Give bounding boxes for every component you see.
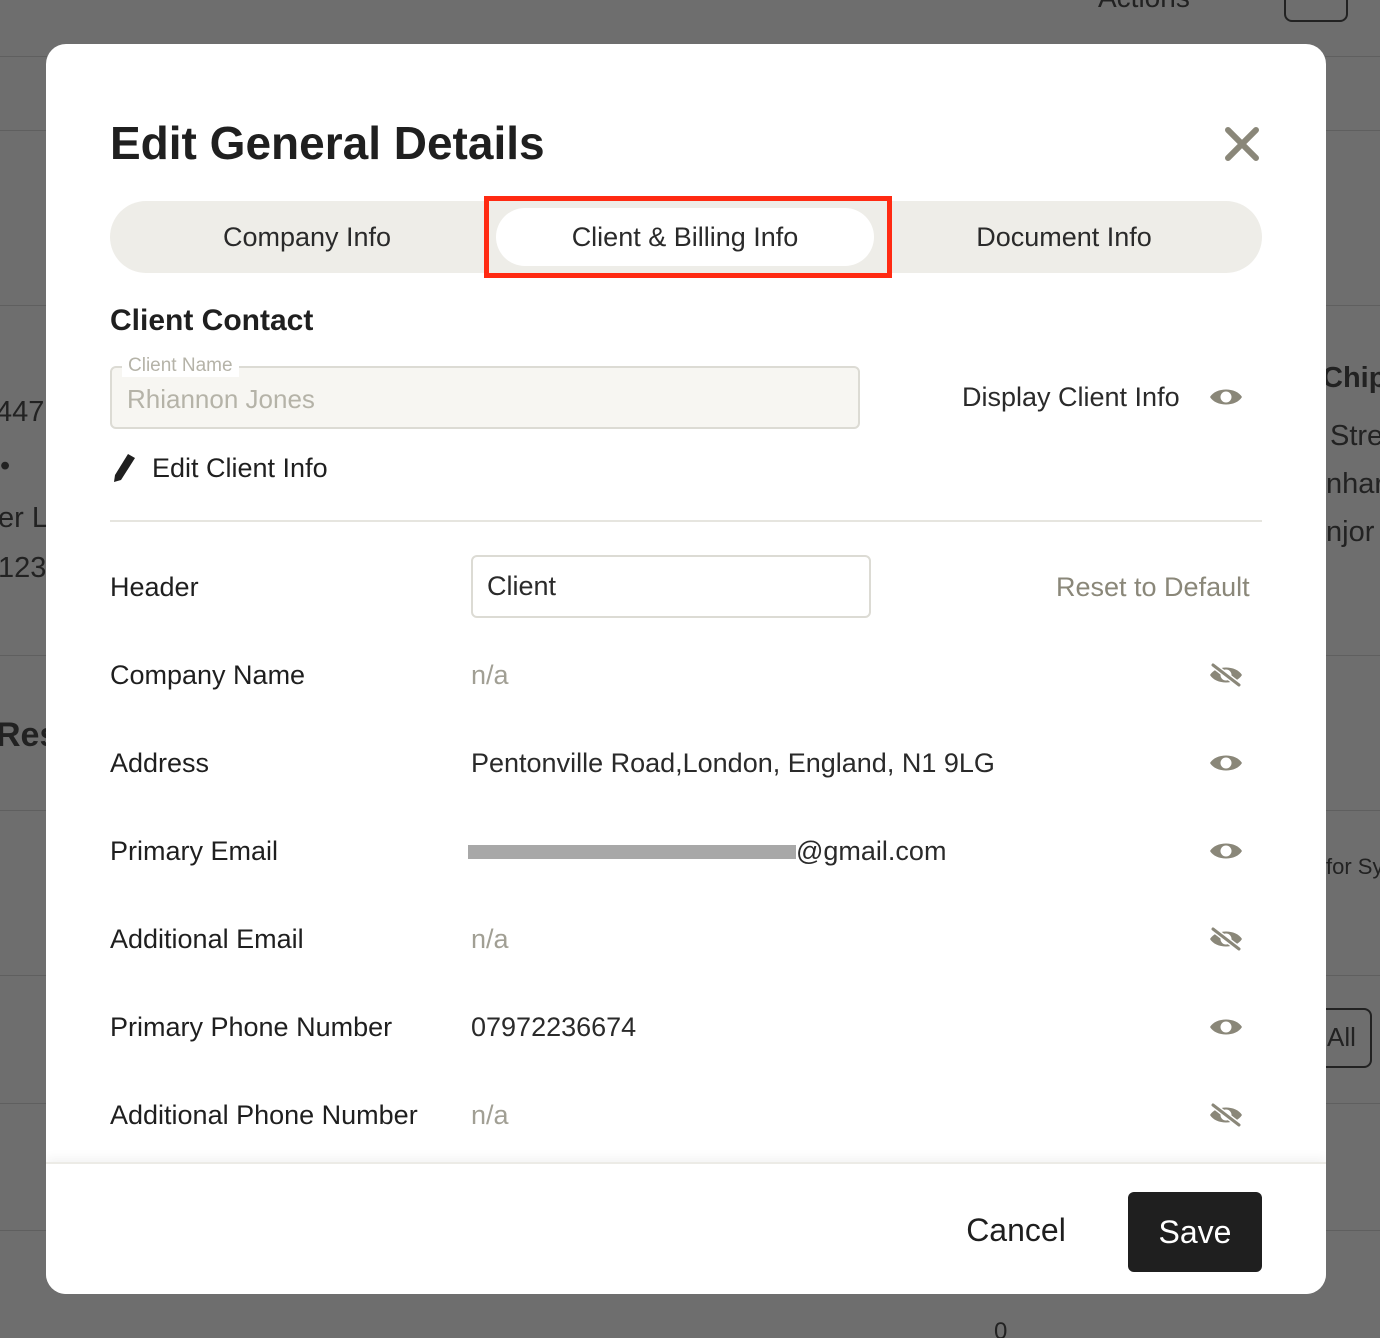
bg-text: 447	[0, 396, 45, 428]
bg-button	[1284, 0, 1348, 22]
edit-client-info-link[interactable]: Edit Client Info	[110, 452, 328, 484]
address-label: Address	[110, 748, 210, 778]
eye-off-icon[interactable]	[1209, 663, 1243, 687]
cancel-button[interactable]: Cancel	[926, 1198, 1106, 1262]
redacted-email-bar	[468, 845, 796, 859]
save-button[interactable]: Save	[1128, 1192, 1262, 1272]
client-name-value: Rhiannon Jones	[127, 384, 315, 414]
modal-title: Edit General Details	[110, 117, 545, 169]
header-input[interactable]	[471, 555, 871, 618]
primary-email-value: @gmail.com	[796, 836, 947, 866]
eye-off-icon[interactable]	[1209, 927, 1243, 951]
tab-highlight-box	[484, 196, 892, 278]
bg-actions-label: Actions	[1098, 0, 1190, 14]
additional-email-label: Additional Email	[110, 924, 304, 954]
eye-icon[interactable]	[1209, 839, 1243, 863]
bg-text: nhar	[1326, 468, 1380, 500]
additional-phone-label: Additional Phone Number	[110, 1100, 418, 1130]
edit-general-details-modal: Edit General Details Company Info Client…	[46, 44, 1326, 1294]
company-name-label: Company Name	[110, 660, 306, 690]
bg-text: All	[1327, 1022, 1356, 1052]
bg-text: Stre	[1330, 420, 1380, 452]
bg-text: Chip	[1322, 362, 1380, 394]
company-name-value: n/a	[471, 660, 509, 690]
bg-text: for Sy	[1326, 854, 1380, 879]
modal-footer: Cancel Save	[46, 1162, 1326, 1294]
eye-icon[interactable]	[1209, 1015, 1243, 1039]
primary-phone-label: Primary Phone Number	[110, 1012, 393, 1042]
additional-phone-value: n/a	[471, 1100, 509, 1130]
section-divider	[110, 520, 1262, 522]
bg-text: 0	[994, 1318, 1008, 1338]
additional-email-value: n/a	[471, 924, 509, 954]
close-icon[interactable]	[1222, 124, 1262, 164]
eye-icon[interactable]	[1209, 385, 1243, 409]
header-label: Header	[110, 572, 199, 602]
bg-text: er L	[0, 502, 48, 534]
tab-company-info[interactable]: Company Info	[118, 208, 496, 266]
bg-text: 123	[0, 552, 47, 584]
primary-phone-value: 07972236674	[471, 1012, 637, 1042]
bg-text: njor	[1326, 516, 1375, 548]
section-title-client-contact: Client Contact	[110, 304, 314, 337]
eye-icon[interactable]	[1209, 751, 1243, 775]
reset-to-default-link[interactable]: Reset to Default	[1056, 572, 1250, 603]
address-value: Pentonville Road,London, England, N1 9LG	[471, 748, 995, 778]
client-name-field: Client Name Rhiannon Jones	[110, 355, 860, 429]
bg-text: •	[0, 450, 11, 482]
primary-email-label: Primary Email	[110, 836, 279, 866]
tab-document-info[interactable]: Document Info	[874, 208, 1254, 266]
client-name-legend: Client Name	[122, 355, 239, 377]
pencil-icon	[114, 454, 135, 482]
eye-off-icon[interactable]	[1209, 1103, 1243, 1127]
edit-client-info-label: Edit Client Info	[152, 452, 328, 483]
display-client-info-label: Display Client Info	[962, 382, 1180, 412]
